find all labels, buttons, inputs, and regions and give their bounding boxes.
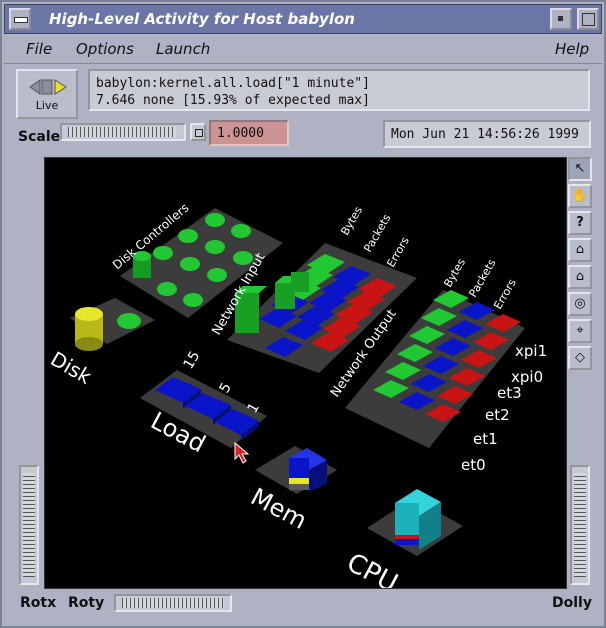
seek-button[interactable]: ⌖ [568, 319, 592, 343]
cpu-label: CPU [342, 548, 403, 588]
menu-bar: File Options Launch Help [4, 35, 602, 64]
reset-icon [195, 129, 203, 137]
net-in-col-packets: Packets [361, 212, 393, 255]
interface-et2: et2 [485, 406, 510, 424]
maximize-icon [582, 13, 595, 26]
scale-label: Scale [18, 129, 61, 145]
dolly-thumbwheel[interactable] [570, 465, 590, 585]
hand-tool-button[interactable]: ✋ [568, 184, 592, 208]
3d-viewport[interactable]: Disk Controllers Disk Network Input Byte… [44, 157, 567, 589]
menu-options[interactable]: Options [76, 40, 134, 58]
title-bar[interactable]: High-Level Activity for Host babylon [4, 4, 602, 34]
metric-info-panel: babylon:kernel.all.load["1 minute"] 7.64… [88, 69, 590, 111]
roty-thumbwheel-grip [122, 598, 224, 608]
dolly-label: Dolly [552, 595, 592, 611]
load-tick-15: 15 [181, 349, 204, 372]
window-menu-button[interactable] [9, 8, 31, 30]
scene-svg: Disk Controllers Disk Network Input Byte… [47, 201, 548, 588]
help-button[interactable]: ? [568, 211, 592, 235]
net-in-col-errors: Errors [384, 235, 412, 270]
perspective-icon: ◇ [575, 350, 585, 365]
app-window: High-Level Activity for Host babylon Fil… [0, 0, 606, 628]
scale-value-field[interactable]: 1.0000 [209, 120, 289, 146]
perspective-button[interactable]: ◇ [568, 346, 592, 370]
live-button[interactable]: Live [16, 69, 78, 119]
scale-thumbwheel-grip [68, 127, 176, 137]
mouse-cursor-icon [234, 441, 250, 464]
pointer-tool-button[interactable]: ↖ [568, 157, 592, 181]
interface-xpi1: xpi1 [515, 342, 547, 360]
window-menu-icon [14, 17, 28, 23]
home-button[interactable]: ⌂ [568, 238, 592, 262]
metric-value: 7.646 none [15.93% of expected max] [96, 93, 370, 108]
roty-label: Roty [68, 595, 105, 611]
disk-cylinder-bottom [75, 337, 103, 351]
maximize-button[interactable] [577, 8, 599, 30]
rotx-label: Rotx [20, 595, 57, 611]
interface-et0: et0 [461, 456, 486, 474]
view-all-icon: ◎ [574, 296, 586, 311]
timestamp-display: Mon Jun 21 14:56:26 1999 [383, 120, 591, 148]
seek-icon: ⌖ [576, 323, 584, 338]
rotx-thumbwheel-grip [23, 473, 35, 577]
vcr-controls-icon [29, 79, 67, 95]
set-home-button[interactable]: ⌂ [568, 265, 592, 289]
roty-thumbwheel[interactable] [114, 594, 232, 612]
dolly-thumbwheel-grip [574, 473, 586, 577]
disk-led [117, 313, 141, 329]
help-icon: ? [576, 215, 584, 230]
disk-label: Disk [47, 347, 97, 389]
minimize-button[interactable] [550, 8, 572, 30]
net-out-col-packets: Packets [466, 257, 498, 300]
menu-launch[interactable]: Launch [156, 40, 210, 58]
home-icon: ⌂ [575, 242, 585, 257]
scale-thumbwheel[interactable] [60, 123, 186, 141]
set-home-icon: ⌂ [575, 269, 585, 284]
menu-help[interactable]: Help [555, 40, 589, 58]
net-out-col-bytes: Bytes [441, 256, 468, 289]
hand-icon: ✋ [571, 188, 589, 203]
net-in-col-bytes: Bytes [338, 204, 365, 237]
window-title: High-Level Activity for Host babylon [49, 10, 355, 28]
pointer-icon: ↖ [574, 161, 586, 176]
rotx-thumbwheel[interactable] [19, 465, 39, 585]
interface-et3: et3 [497, 384, 522, 402]
menu-file[interactable]: File [26, 40, 52, 58]
net-out-col-errors: Errors [491, 277, 519, 312]
scale-reset-button[interactable] [190, 123, 206, 141]
interface-et1: et1 [473, 430, 498, 448]
minimize-icon [558, 16, 563, 21]
metric-name: babylon:kernel.all.load["1 minute"] [96, 76, 370, 91]
view-all-button[interactable]: ◎ [568, 292, 592, 316]
viewer-toolbar: ↖ ✋ ? ⌂ ⌂ ◎ ⌖ ◇ [568, 157, 594, 373]
live-label: Live [35, 99, 59, 112]
disk-cylinder-top [75, 307, 103, 321]
